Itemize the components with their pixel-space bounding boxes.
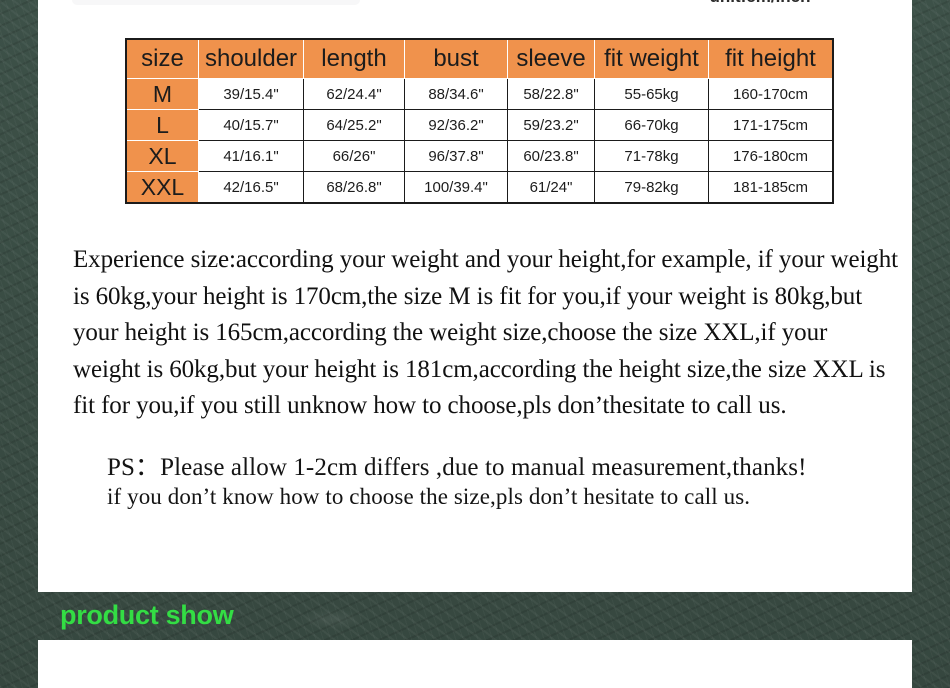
cell-sleeve: 60/23.8" <box>507 140 595 172</box>
cell-fit-weight: 71-78kg <box>594 140 709 172</box>
cell-fit-height: 171-175cm <box>708 109 834 141</box>
unit-label: unit:cm/inch <box>660 0 860 7</box>
cell-length: 68/26.8" <box>303 171 405 204</box>
cell-sleeve: 58/22.8" <box>507 78 595 110</box>
cell-length: 62/24.4" <box>303 78 405 110</box>
ps-note-line-1: PS：Please allow 1-2cm differs ,due to ma… <box>107 454 807 481</box>
cell-shoulder: 39/15.4" <box>198 78 304 110</box>
table-row: M 39/15.4" 62/24.4" 88/34.6" 58/22.8" 55… <box>125 78 834 110</box>
column-header-length: length <box>303 38 405 79</box>
cell-sleeve: 59/23.2" <box>507 109 595 141</box>
column-header-fit-height: fit height <box>708 38 834 79</box>
cell-length: 64/25.2" <box>303 109 405 141</box>
cell-bust: 88/34.6" <box>404 78 508 110</box>
size-chart-table: size shoulder length bust sleeve fit wei… <box>125 38 834 204</box>
cell-size: M <box>125 78 199 110</box>
table-row: XL 41/16.1" 66/26" 96/37.8" 60/23.8" 71-… <box>125 140 834 172</box>
table-header-row: size shoulder length bust sleeve fit wei… <box>125 38 834 79</box>
cell-length: 66/26" <box>303 140 405 172</box>
column-header-sleeve: sleeve <box>507 38 595 79</box>
cell-shoulder: 41/16.1" <box>198 140 304 172</box>
cell-fit-weight: 55-65kg <box>594 78 709 110</box>
cell-size: XXL <box>125 171 199 204</box>
product-show-heading: product show <box>60 600 234 630</box>
column-header-size: size <box>125 38 199 79</box>
table-row: L 40/15.7" 64/25.2" 92/36.2" 59/23.2" 66… <box>125 109 834 141</box>
experience-size-paragraph: Experience size:according your weight an… <box>73 246 898 419</box>
cell-fit-height: 181-185cm <box>708 171 834 204</box>
ps-note-block: PS：Please allow 1-2cm differs ,due to ma… <box>107 453 807 511</box>
cell-size: XL <box>125 140 199 172</box>
column-header-bust: bust <box>404 38 508 79</box>
cell-bust: 96/37.8" <box>404 140 508 172</box>
column-header-fit-weight: fit weight <box>594 38 709 79</box>
cell-shoulder: 42/16.5" <box>198 171 304 204</box>
cell-bust: 100/39.4" <box>404 171 508 204</box>
cell-shoulder: 40/15.7" <box>198 109 304 141</box>
cell-bust: 92/36.2" <box>404 109 508 141</box>
cell-sleeve: 61/24" <box>507 171 595 204</box>
column-header-shoulder: shoulder <box>198 38 304 79</box>
cell-fit-weight: 79-82kg <box>594 171 709 204</box>
top-clipped-bar <box>72 0 360 5</box>
table-row: XXL 42/16.5" 68/26.8" 100/39.4" 61/24" 7… <box>125 171 834 204</box>
ps-note-line-2: if you don’t know how to choose the size… <box>107 484 751 509</box>
bottom-content-panel <box>38 640 912 688</box>
cell-fit-weight: 66-70kg <box>594 109 709 141</box>
cell-size: L <box>125 109 199 141</box>
cell-fit-height: 160-170cm <box>708 78 834 110</box>
cell-fit-height: 176-180cm <box>708 140 834 172</box>
